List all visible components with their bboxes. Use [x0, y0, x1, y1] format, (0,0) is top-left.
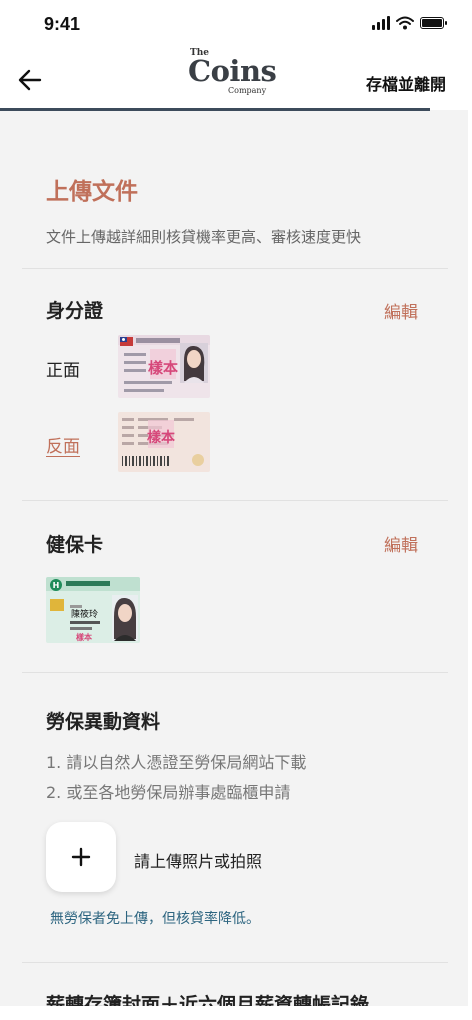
id-front-label[interactable]: 正面	[46, 356, 80, 381]
company-logo: The Coins Company	[188, 48, 277, 95]
arrow-left-icon	[18, 69, 42, 91]
divider	[22, 268, 448, 269]
header-progress-line	[0, 108, 430, 111]
upload-photo-label[interactable]: 請上傳照片或拍照	[134, 848, 262, 872]
sample-stamp-text: 樣本	[76, 632, 92, 642]
page-subtitle: 文件上傳越詳細則核貸機率更高、審核速度更快	[46, 228, 362, 246]
id-back-image[interactable]: 樣本	[118, 412, 210, 472]
health-card-name: 陳筱玲	[71, 608, 98, 620]
sample-stamp-text: 樣本	[148, 359, 178, 377]
divider	[22, 500, 448, 501]
divider	[22, 962, 448, 963]
id-card-edit-button[interactable]: 編輯	[384, 298, 418, 323]
upload-photo-button[interactable]	[46, 822, 116, 892]
battery-icon	[420, 17, 447, 29]
signal-icon	[372, 16, 390, 30]
status-bar: 9:41	[0, 0, 468, 48]
divider	[22, 672, 448, 673]
instruction-line-1: 1. 請以自然人憑證至勞保局網站下載	[46, 753, 307, 772]
sample-stamp-text: 樣本	[147, 429, 176, 446]
plus-icon	[71, 847, 91, 867]
id-front-image[interactable]: 樣本	[118, 335, 210, 398]
svg-text:H: H	[53, 581, 60, 590]
status-icons	[372, 16, 447, 30]
wifi-icon	[396, 16, 414, 30]
page-title: 上傳文件	[46, 179, 138, 205]
id-card-section-title: 身分證	[46, 300, 104, 322]
bottom-edge	[0, 1006, 472, 1020]
health-card-image[interactable]: H 陳筱玲 樣本	[46, 577, 140, 643]
status-time: 9:41	[44, 14, 81, 34]
app-screen: 9:41 The Coins Company 存檔並離開 上傳文件 文件上傳越詳…	[0, 0, 468, 1020]
instruction-line-2: 2. 或至各地勞保局辦事處臨櫃申請	[46, 783, 291, 802]
id-back-label[interactable]: 反面	[46, 432, 80, 457]
labor-insurance-section-title: 勞保異動資料	[46, 711, 161, 733]
back-button[interactable]	[14, 64, 46, 96]
health-card-section-title: 健保卡	[46, 534, 104, 556]
labor-insurance-note: 無勞保者免上傳，但核貸率降低。	[50, 911, 260, 927]
save-and-exit-button[interactable]: 存檔並離開	[366, 71, 446, 95]
health-card-edit-button[interactable]: 編輯	[384, 531, 418, 556]
